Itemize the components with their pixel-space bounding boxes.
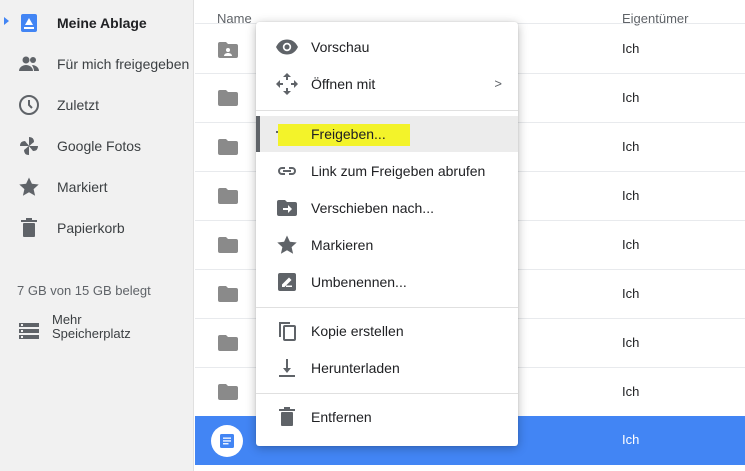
move-arrows-icon — [275, 72, 299, 96]
menu-item-label: Verschieben nach... — [311, 200, 434, 216]
menu-item-remove[interactable]: Entfernen — [256, 399, 518, 435]
sidebar-item-recent[interactable]: Zuletzt — [0, 84, 194, 125]
sidebar-item-shared[interactable]: Für mich freigegeben — [0, 43, 194, 84]
drive-icon — [17, 11, 41, 35]
people-icon — [17, 52, 41, 76]
owner-cell: Ich — [622, 286, 640, 301]
folder-icon — [218, 139, 238, 155]
sidebar-item-label: Meine Ablage — [57, 14, 147, 31]
menu-divider — [256, 307, 518, 308]
sidebar-item-label: Markiert — [57, 178, 108, 195]
sidebar-item-label: Google Fotos — [57, 137, 142, 154]
star-icon — [17, 175, 41, 199]
storage-icon — [17, 319, 41, 343]
owner-cell: Ich — [622, 41, 640, 56]
menu-item-label: Kopie erstellen — [311, 323, 404, 339]
menu-item-move-to[interactable]: Verschieben nach... — [256, 190, 518, 226]
sidebar-item-label: Zuletzt — [57, 96, 100, 113]
context-menu: Vorschau Öffnen mit > Freigeben... Link … — [256, 22, 518, 446]
menu-item-share[interactable]: Freigeben... — [256, 116, 518, 152]
menu-item-label: Vorschau — [311, 39, 370, 55]
menu-item-rename[interactable]: Umbenennen... — [256, 264, 518, 300]
document-icon — [211, 425, 243, 457]
sidebar-item-meine-ablage[interactable]: Meine Ablage — [0, 2, 194, 43]
menu-item-label: Markieren — [311, 237, 374, 253]
owner-cell: Ich — [622, 90, 640, 105]
highlighted-label: Freigeben... — [278, 124, 410, 146]
folder-icon — [218, 384, 238, 400]
menu-item-label: Umbenennen... — [311, 274, 407, 290]
menu-item-open-with[interactable]: Öffnen mit > — [256, 66, 518, 102]
menu-item-label: Entfernen — [311, 409, 372, 425]
sidebar-item-photos[interactable]: Google Fotos — [0, 125, 194, 166]
owner-cell: Ich — [622, 237, 640, 252]
move-to-folder-icon — [275, 196, 299, 220]
menu-item-label: Herunterladen — [311, 360, 400, 376]
menu-divider — [256, 393, 518, 394]
sidebar-item-label: Für mich freigegeben — [57, 55, 190, 72]
owner-cell: Ich — [622, 188, 640, 203]
copy-icon — [275, 319, 299, 343]
owner-cell: Ich — [622, 384, 640, 399]
sidebar-item-starred[interactable]: Markiert — [0, 166, 194, 207]
clock-icon — [17, 93, 41, 117]
owner-cell: Ich — [622, 335, 640, 350]
rename-icon — [275, 270, 299, 294]
menu-divider — [256, 110, 518, 111]
menu-item-copy[interactable]: Kopie erstellen — [256, 313, 518, 349]
eye-icon — [275, 35, 299, 59]
star-icon — [275, 233, 299, 257]
menu-item-get-link[interactable]: Link zum Freigeben abrufen — [256, 153, 518, 189]
sidebar: Meine Ablage Für mich freigegeben Zuletz… — [0, 0, 194, 471]
folder-icon — [218, 90, 238, 106]
menu-item-label: Öffnen mit — [311, 76, 376, 92]
folder-icon — [218, 237, 238, 253]
sidebar-item-trash[interactable]: Papierkorb — [0, 207, 194, 248]
pinwheel-icon — [17, 134, 41, 158]
menu-item-preview[interactable]: Vorschau — [256, 29, 518, 65]
menu-item-star[interactable]: Markieren — [256, 227, 518, 263]
folder-icon — [218, 286, 238, 302]
more-storage-label: Mehr Speicherplatz — [52, 312, 131, 341]
link-icon — [275, 159, 299, 183]
shared-folder-icon — [218, 42, 238, 58]
more-storage-button[interactable]: Mehr Speicherplatz — [0, 313, 194, 349]
folder-icon — [218, 188, 238, 204]
owner-cell: Ich — [622, 432, 640, 447]
owner-cell: Ich — [622, 139, 640, 154]
trash-icon — [17, 216, 41, 240]
trash-icon — [275, 405, 299, 429]
menu-item-download[interactable]: Herunterladen — [256, 350, 518, 386]
download-icon — [275, 356, 299, 380]
storage-usage-text: 7 GB von 15 GB belegt — [17, 283, 151, 298]
sidebar-item-label: Papierkorb — [57, 219, 125, 236]
menu-item-label: Link zum Freigeben abrufen — [311, 163, 486, 179]
submenu-arrow-icon: > — [494, 76, 502, 91]
menu-item-label: Freigeben... — [278, 124, 410, 146]
folder-icon — [218, 335, 238, 351]
